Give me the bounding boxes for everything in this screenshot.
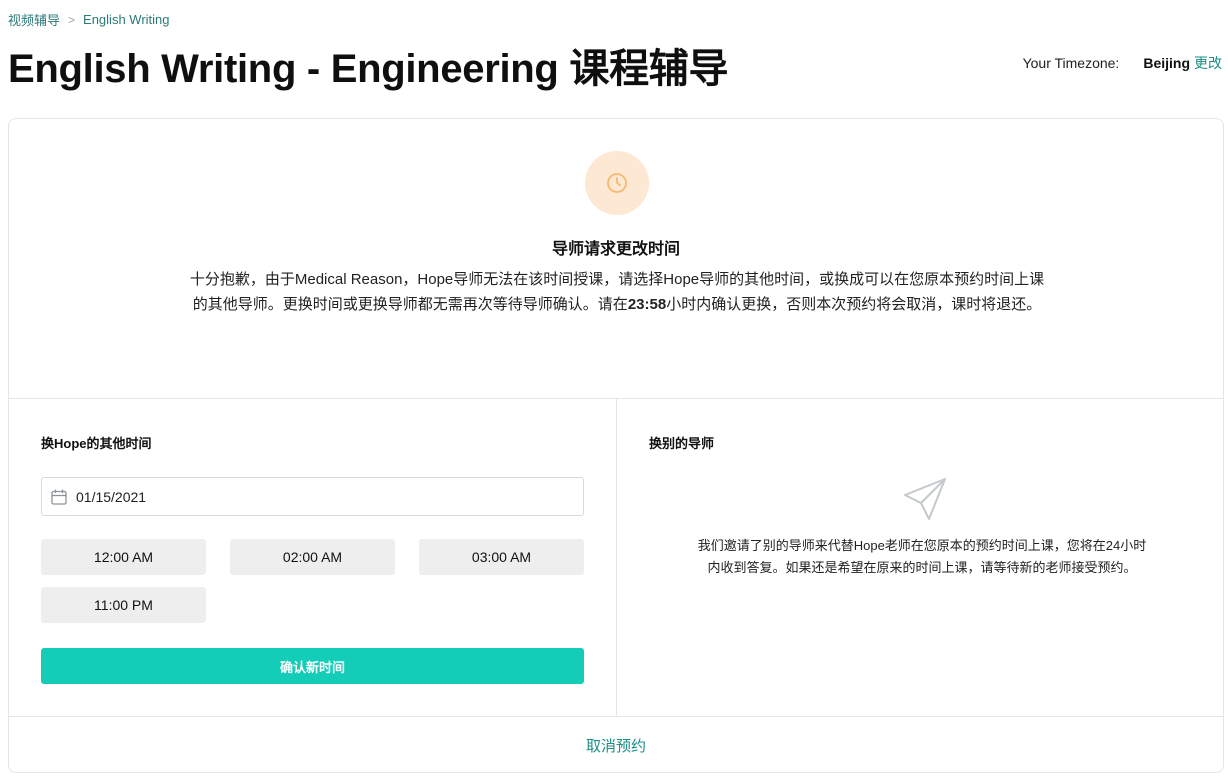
- date-input[interactable]: 01/15/2021: [41, 477, 584, 516]
- cancel-booking-link[interactable]: 取消预约: [586, 735, 646, 756]
- breadcrumb-item-video-tutoring[interactable]: 视频辅导: [8, 10, 60, 29]
- timezone-bar: Your Timezone: Beijing 更改: [1023, 53, 1222, 73]
- other-tutor-body: 我们邀请了别的导师来代替Hope老师在您原本的预约时间上课，您将在24小时内收到…: [697, 538, 1147, 575]
- card-footer: 取消预约: [9, 716, 1223, 773]
- calendar-icon: [50, 488, 68, 506]
- breadcrumb: 视频辅导 > English Writing: [8, 10, 170, 29]
- reschedule-card: 导师请求更改时间 十分抱歉，由于Medical Reason，Hope导师无法在…: [8, 118, 1224, 773]
- other-tutor-panel: 换别的导师 我们邀请了别的导师来代替Hope老师在您原本的预约时间上课，您将在2…: [617, 399, 1224, 716]
- notice-deadline: 23:58: [627, 296, 667, 313]
- page-title: English Writing - Engineering 课程辅导: [8, 47, 729, 91]
- reschedule-title: 换Hope的其他时间: [41, 436, 152, 451]
- notice-section: 导师请求更改时间 十分抱歉，由于Medical Reason，Hope导师无法在…: [9, 119, 1223, 399]
- timezone-label: Your Timezone:: [1022, 55, 1120, 71]
- notice-body-text-end: 小时内确认更换，否则本次预约将会取消，课时将退还。: [666, 296, 1042, 313]
- breadcrumb-item-english-writing[interactable]: English Writing: [83, 12, 169, 27]
- clock-icon: [585, 151, 649, 215]
- reschedule-panel: 换Hope的其他时间 01/15/2021 12:00 AM 02:00 AM …: [9, 399, 617, 716]
- notice-title: 导师请求更改时间: [551, 241, 680, 258]
- timezone-value: Beijing: [1143, 55, 1190, 71]
- time-slot-button[interactable]: 11:00 PM: [41, 587, 206, 623]
- notice-body: 十分抱歉，由于Medical Reason，Hope导师无法在该时间授课，请选择…: [185, 267, 1049, 317]
- time-slot-button[interactable]: 12:00 AM: [41, 539, 206, 575]
- confirm-new-time-button[interactable]: 确认新时间: [41, 648, 584, 684]
- date-value: 01/15/2021: [76, 488, 147, 505]
- time-slot-button[interactable]: 02:00 AM: [230, 539, 395, 575]
- timezone-change-link[interactable]: 更改: [1194, 53, 1222, 73]
- time-slot-button[interactable]: 03:00 AM: [419, 539, 584, 575]
- breadcrumb-separator: >: [68, 12, 76, 27]
- send-icon: [901, 475, 949, 523]
- other-tutor-title: 换别的导师: [649, 436, 715, 451]
